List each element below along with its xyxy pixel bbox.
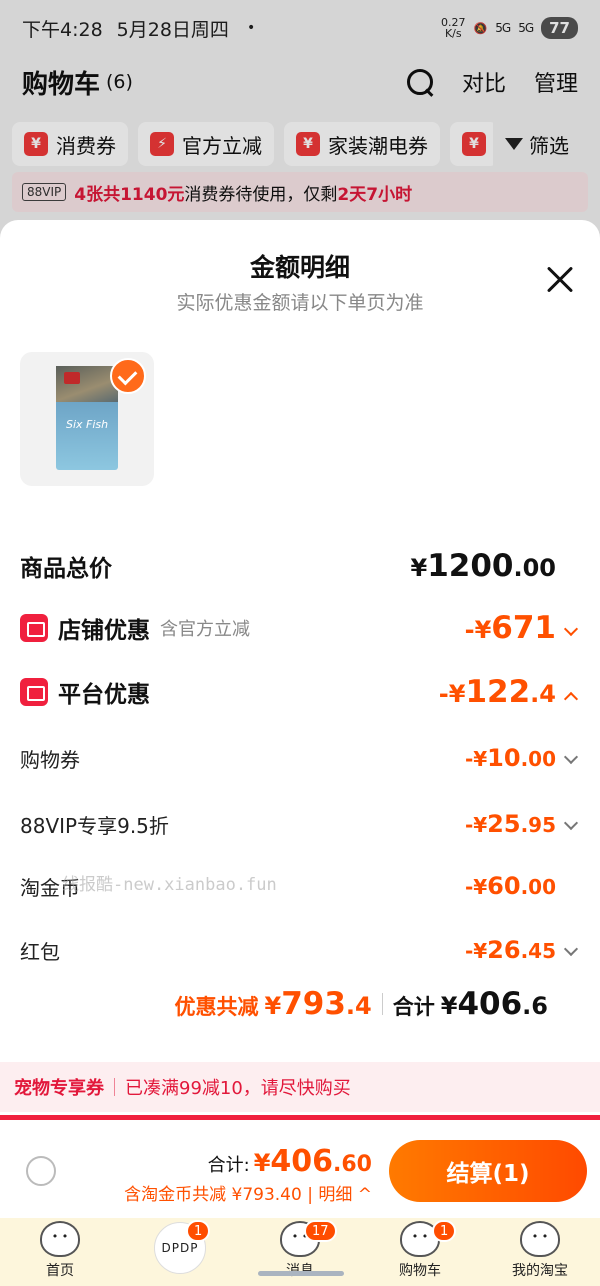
checkout-button[interactable]: 结算(1) bbox=[389, 1140, 587, 1202]
row-label: 购物券 bbox=[20, 747, 80, 772]
total-amount: 406 bbox=[457, 986, 523, 1022]
row-label: 平台优惠 bbox=[58, 682, 150, 708]
pet-coupon-title: 宠物专享券 bbox=[14, 1078, 104, 1099]
chevron-down-icon bbox=[563, 941, 579, 957]
profile-mascot-icon bbox=[520, 1221, 560, 1257]
select-all-checkbox[interactable] bbox=[26, 1156, 56, 1186]
row-goods-total: 商品总价 ¥ 1200 .00 bbox=[20, 546, 580, 586]
row-label: 店铺优惠 bbox=[58, 618, 150, 644]
selected-check-icon[interactable] bbox=[110, 358, 146, 394]
chevron-down-icon bbox=[563, 621, 579, 637]
tab-cart[interactable]: 购物车 1 bbox=[360, 1218, 480, 1286]
checkout-bar: 合计: ¥ 406 .60 含淘金币共减 ¥793.40 | 明细 ^ 结算(1… bbox=[0, 1120, 600, 1218]
discount-label: 优惠共减 bbox=[174, 995, 259, 1019]
badge: 1 bbox=[186, 1220, 211, 1242]
pet-coupon-banner[interactable]: 宠物专享券 已凑满99减10，请尽快购买 bbox=[0, 1062, 600, 1112]
home-indicator[interactable] bbox=[258, 1271, 344, 1276]
total-label: 合计 bbox=[392, 995, 435, 1019]
discount-amount: 793 bbox=[281, 986, 346, 1022]
row-amount: -¥ 122 .4 bbox=[439, 674, 580, 710]
brand-logo-icon bbox=[64, 372, 80, 384]
divider bbox=[114, 1078, 115, 1096]
watermark: 线报酷-new.xianbao.fun bbox=[62, 875, 277, 895]
checkout-total: 合计: ¥ 406 .60 bbox=[207, 1144, 372, 1179]
product-image: Six Fish bbox=[56, 366, 118, 470]
tab-my-taobao[interactable]: 我的淘宝 bbox=[480, 1218, 600, 1286]
row-amount: ¥ 1200 .00 bbox=[410, 548, 557, 584]
amount-detail-sheet: 金额明细 实际优惠金额请以下单页为准 Six Fish 商品总价 ¥ 1200 … bbox=[0, 220, 600, 1215]
row-store-discount[interactable]: 店铺优惠 含官方立减 -¥ 671 bbox=[20, 608, 580, 648]
row-label: 商品总价 bbox=[20, 556, 112, 582]
chevron-down-icon bbox=[563, 749, 579, 765]
row-amount: -¥ 26 .45 bbox=[465, 936, 580, 964]
close-icon[interactable] bbox=[546, 266, 574, 294]
divider bbox=[381, 993, 383, 1015]
checkout-detail-link[interactable]: 含淘金币共减 ¥793.40 | 明细 ^ bbox=[124, 1180, 372, 1205]
tab-home[interactable]: 首页 bbox=[0, 1218, 120, 1286]
row-vip-discount[interactable]: 88VIP专享9.5折 -¥ 25 .95 bbox=[20, 804, 580, 844]
row-red-packet[interactable]: 红包 -¥ 26 .45 bbox=[20, 930, 580, 970]
chevron-down-icon bbox=[563, 815, 579, 831]
chevron-up-icon bbox=[563, 691, 579, 707]
discount-summary: 优惠共减 ¥ 793 .4 合计 ¥ 406 .6 bbox=[174, 986, 549, 1022]
home-mascot-icon bbox=[40, 1221, 80, 1257]
sheet-subtitle: 实际优惠金额请以下单页为准 bbox=[176, 292, 424, 314]
row-amount: -¥ 10 .00 bbox=[465, 744, 580, 772]
row-amount: -¥ 60 .00 bbox=[464, 872, 556, 900]
row-shopping-coupon[interactable]: 购物券 -¥ 10 .00 bbox=[20, 738, 580, 778]
badge: 1 bbox=[432, 1220, 457, 1242]
row-amount: -¥ 671 bbox=[465, 610, 580, 646]
badge: 17 bbox=[304, 1220, 337, 1242]
row-amount: -¥ 25 .95 bbox=[465, 810, 580, 838]
row-hint: 含官方立减 bbox=[160, 619, 250, 640]
row-platform-discount[interactable]: 平台优惠 -¥ 122 .4 bbox=[20, 672, 580, 712]
row-label: 88VIP专享9.5折 bbox=[20, 813, 169, 838]
tab-dpdp[interactable]: DPDP 1 bbox=[120, 1218, 240, 1286]
store-icon bbox=[20, 614, 48, 642]
sheet-title: 金额明细 bbox=[249, 253, 350, 282]
platform-coupon-icon bbox=[20, 678, 48, 706]
row-label: 红包 bbox=[20, 939, 60, 964]
pet-coupon-text: 已凑满99减10，请尽快购买 bbox=[125, 1078, 351, 1099]
